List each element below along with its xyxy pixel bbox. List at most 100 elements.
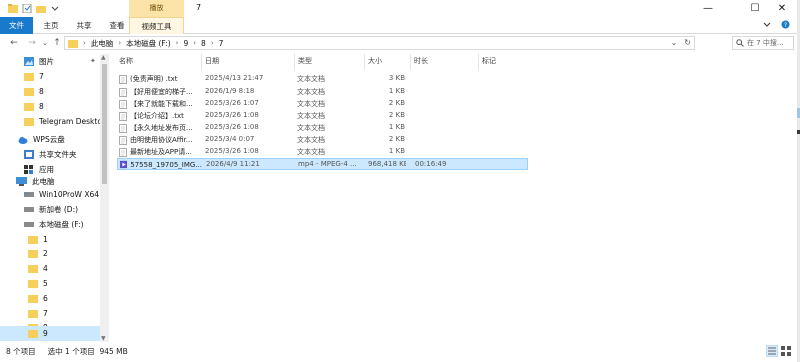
table-row[interactable]: 【论坛介绍】.txt 2025/3/26 1:08 文本文档 2 KB bbox=[117, 110, 528, 122]
help-icon[interactable]: ? bbox=[781, 20, 790, 29]
address-dropdown-icon[interactable]: ⌄ bbox=[671, 38, 678, 47]
breadcrumb-this-pc[interactable]: 此电脑 bbox=[91, 38, 114, 49]
file-name: 由明使用协议Affir... bbox=[130, 136, 193, 144]
table-row[interactable]: 【好用便宜的梯子... 2026/1/9 8:18 文本文档 1 KB bbox=[117, 86, 528, 98]
forward-arrow-icon[interactable]: → bbox=[26, 36, 38, 50]
tab-video-tools[interactable]: 视频工具 bbox=[129, 17, 184, 34]
nav-item-folder-1[interactable]: 1 bbox=[0, 232, 100, 247]
table-row[interactable]: (免责声明) .txt 2025/4/13 21:47 文本文档 3 KB bbox=[117, 73, 528, 85]
breadcrumb-separator-icon[interactable]: › bbox=[193, 39, 196, 47]
tab-view[interactable]: 查看 bbox=[103, 17, 131, 34]
file-type: 文本文档 bbox=[297, 136, 325, 144]
column-header-size[interactable]: 大小 bbox=[368, 56, 382, 68]
nav-item-pictures[interactable]: 图片 ✦ bbox=[0, 54, 100, 69]
address-bar[interactable]: › 此电脑 › 本地磁盘 (F:) › 9 › 8 › 7 ⌄ ↻ bbox=[64, 36, 695, 50]
nav-item-folder-5[interactable]: 5 bbox=[0, 276, 100, 291]
back-arrow-icon[interactable]: ← bbox=[8, 36, 20, 50]
breadcrumb-folder-9[interactable]: 9 bbox=[183, 39, 188, 48]
file-date: 2026/4/9 11:21 bbox=[206, 160, 260, 168]
column-header-type[interactable]: 类型 bbox=[298, 56, 312, 68]
nav-item-label: 图片 bbox=[39, 57, 54, 66]
column-divider[interactable] bbox=[410, 54, 411, 70]
table-row[interactable]: 最新地址及APP请... 2025/3/26 1:08 文本文档 1 KB bbox=[117, 146, 528, 158]
nav-item-folder-4[interactable]: 4 bbox=[0, 261, 100, 276]
details-view-icon[interactable] bbox=[765, 344, 779, 358]
column-header-tags[interactable]: 标记 bbox=[482, 56, 496, 68]
nav-item-folder-7[interactable]: 7 bbox=[0, 69, 100, 84]
properties-icon[interactable] bbox=[22, 4, 32, 13]
nav-item-folder-8[interactable]: 8 bbox=[0, 84, 100, 99]
scroll-up-icon[interactable]: ▲ bbox=[101, 54, 106, 61]
column-divider[interactable] bbox=[201, 54, 202, 70]
tab-home[interactable]: 主页 bbox=[37, 17, 65, 34]
breadcrumb-folder-7[interactable]: 7 bbox=[219, 39, 224, 48]
column-header-name[interactable]: 名称 bbox=[119, 56, 133, 68]
text-file-icon bbox=[119, 111, 127, 121]
navigation-scrollbar[interactable]: ▲ ▼ bbox=[100, 54, 109, 342]
chevron-down-icon[interactable] bbox=[763, 21, 771, 29]
close-button[interactable]: ✕ bbox=[764, 0, 800, 17]
scrollbar-thumb[interactable] bbox=[102, 64, 107, 184]
breadcrumb-separator-icon[interactable]: › bbox=[176, 39, 179, 47]
ribbon-controls: ? bbox=[763, 20, 790, 29]
nav-item-label: 共享文件夹 bbox=[39, 150, 77, 159]
file-date: 2025/3/26 1:08 bbox=[205, 111, 259, 119]
nav-item-shared-folder[interactable]: 共享文件夹 bbox=[0, 147, 100, 162]
nav-item-folder-6[interactable]: 6 bbox=[0, 291, 100, 306]
column-divider[interactable] bbox=[294, 54, 295, 70]
file-name-cell: 57558_19705_IMG... bbox=[120, 160, 202, 169]
file-name: 【来了就能下载和... bbox=[130, 100, 193, 108]
nav-item-folder-9[interactable]: 9 bbox=[0, 326, 100, 341]
folder-icon bbox=[24, 103, 34, 111]
scroll-down-icon[interactable]: ▼ bbox=[101, 335, 106, 342]
column-header-length[interactable]: 时长 bbox=[414, 56, 428, 68]
nav-item-folder-2[interactable]: 2 bbox=[0, 246, 100, 261]
file-date: 2025/3/4 0:07 bbox=[205, 135, 255, 143]
column-header-date[interactable]: 日期 bbox=[205, 56, 219, 68]
text-file-icon bbox=[119, 99, 127, 109]
tab-file[interactable]: 文件 bbox=[0, 17, 33, 34]
selection-info: 选中 1 个项目 945 MB bbox=[47, 346, 128, 356]
file-name: 【好用便宜的梯子... bbox=[130, 88, 193, 96]
nav-item-label: WPS云盘 bbox=[33, 135, 65, 144]
chevron-down-icon[interactable] bbox=[50, 4, 60, 13]
nav-item-folder-8b[interactable]: 8 bbox=[0, 99, 100, 114]
breadcrumb-separator-icon[interactable]: › bbox=[211, 39, 214, 47]
nav-item-drive-c[interactable]: Win10ProW X64 (C bbox=[0, 187, 100, 202]
breadcrumb-separator-icon[interactable]: › bbox=[118, 39, 121, 47]
pin-icon[interactable]: ✦ bbox=[90, 57, 96, 65]
drive-icon bbox=[24, 222, 34, 227]
text-file-icon bbox=[119, 87, 127, 97]
file-name: 【永久地址发布页... bbox=[130, 124, 193, 132]
nav-item-label: 5 bbox=[43, 279, 48, 288]
nav-item-folder-7b[interactable]: 7 bbox=[0, 306, 100, 321]
nav-item-telegram-desktop[interactable]: Telegram Desktop bbox=[0, 114, 100, 129]
nav-item-wps-cloud[interactable]: WPS云盘 bbox=[0, 132, 100, 147]
nav-item-drive-f[interactable]: 本地磁盘 (F:) bbox=[0, 217, 100, 232]
nav-item-drive-d[interactable]: 新加卷 (D:) bbox=[0, 202, 100, 217]
address-actions: ⌄ ↻ bbox=[671, 38, 691, 47]
file-type: 文本文档 bbox=[297, 124, 325, 132]
table-row[interactable]: 【来了就能下载和... 2025/3/26 1:07 文本文档 2 KB bbox=[117, 98, 528, 110]
tab-share[interactable]: 共享 bbox=[70, 17, 98, 34]
new-folder-icon[interactable] bbox=[36, 4, 46, 13]
file-name-cell: 由明使用协议Affir... bbox=[119, 135, 201, 145]
minimize-button[interactable]: — bbox=[690, 0, 726, 17]
breadcrumb-drive-f[interactable]: 本地磁盘 (F:) bbox=[126, 38, 171, 49]
table-row[interactable]: 【永久地址发布页... 2025/3/26 1:08 文本文档 1 KB bbox=[117, 122, 528, 134]
table-row-selected[interactable]: 57558_19705_IMG... 2026/4/9 11:21 mp4 - … bbox=[117, 158, 528, 170]
table-row[interactable]: 由明使用协议Affir... 2025/3/4 0:07 文本文档 2 KB bbox=[117, 134, 528, 146]
text-file-icon bbox=[119, 135, 127, 145]
svg-text:?: ? bbox=[784, 21, 787, 29]
search-input[interactable]: 在 7 中搜... bbox=[732, 36, 794, 50]
column-divider[interactable] bbox=[364, 54, 365, 70]
navigation-bar: ← → ⌄ ↑ › 此电脑 › 本地磁盘 (F:) › 9 › 8 › 7 ⌄ … bbox=[0, 34, 800, 52]
breadcrumb-folder-8[interactable]: 8 bbox=[201, 39, 206, 48]
recent-locations-chevron-icon[interactable]: ⌄ bbox=[40, 36, 50, 50]
refresh-icon[interactable]: ↻ bbox=[684, 38, 691, 47]
column-divider[interactable] bbox=[478, 54, 479, 70]
folder-icon bbox=[24, 73, 34, 81]
file-name: 57558_19705_IMG... bbox=[130, 160, 202, 169]
up-arrow-icon[interactable]: ↑ bbox=[52, 36, 62, 50]
large-icons-view-icon[interactable] bbox=[780, 345, 792, 357]
